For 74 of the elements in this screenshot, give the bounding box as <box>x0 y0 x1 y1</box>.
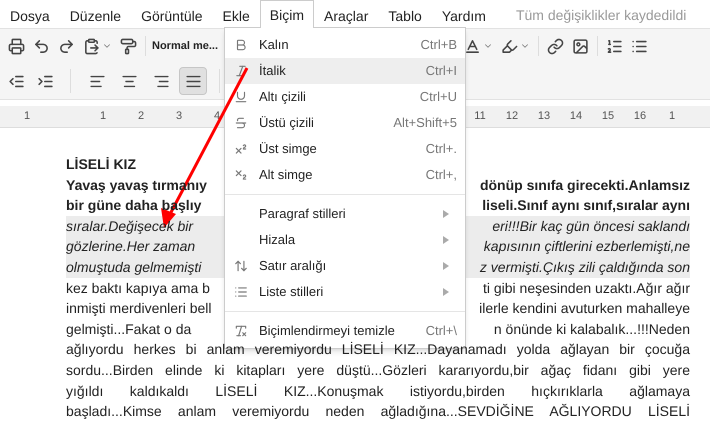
numbered-list-icon <box>606 38 624 54</box>
save-status: Tüm değişiklikler kaydedildi <box>516 6 686 25</box>
document-text: olmuştuda gelmemişti <box>66 258 202 277</box>
bulleted-list-icon <box>234 285 248 299</box>
menu-item[interactable]: Araçlar <box>314 2 378 28</box>
strikethrough-icon <box>234 116 248 130</box>
document-text: yığıldı kaldıkaldı LİSELİ KIZ...Konuşmak istiyordu,birden hıçkırıklarla ağlamaya <box>66 382 690 401</box>
document-text: eri!!!Bir kaç gün öncesi saklandı <box>492 216 690 236</box>
document-text: gözlerine.Her zaman <box>66 237 196 256</box>
document-text: gelmişti...Fakat o da <box>66 320 192 339</box>
menu-option[interactable]: Altı çizili Ctrl+U <box>225 84 465 110</box>
highlight-color-icon <box>501 38 518 54</box>
clear-formatting-icon <box>234 324 248 338</box>
menu-item[interactable]: Yardım <box>432 2 496 28</box>
underline-icon <box>234 90 248 104</box>
subscript-icon <box>234 168 248 182</box>
ruler-number: 1 <box>668 109 676 124</box>
menu-item[interactable]: Dosya <box>0 2 60 28</box>
clipboard-icon <box>83 38 100 54</box>
submenu-arrow-icon <box>443 236 449 244</box>
ruler-number: 14 <box>568 109 584 124</box>
menu-option[interactable]: İtalik Ctrl+I <box>225 58 465 84</box>
document-text: ilerle kendini avuturken mahalleye <box>479 299 690 318</box>
superscript-icon <box>234 142 248 156</box>
bold-icon <box>234 38 248 52</box>
document-text: z vermişti.Çıkış zili çaldığında son <box>480 258 690 277</box>
document-title: LİSELİ KIZ <box>66 155 136 174</box>
ruler-number: 13 <box>536 109 552 124</box>
style-dropdown[interactable]: Normal me... <box>150 38 220 54</box>
submenu-arrow-icon <box>443 262 449 270</box>
menu-item[interactable]: Görüntüle <box>131 2 213 28</box>
paint-format-icon <box>120 38 137 54</box>
submenu-arrow-icon <box>443 210 449 218</box>
text-color-icon <box>464 38 482 54</box>
line-spacing-icon <box>234 259 248 273</box>
link-icon <box>547 38 564 54</box>
ruler-number: 1 <box>22 109 32 124</box>
menu-option[interactable]: Paragraf stilleri <box>225 201 465 227</box>
menu-option[interactable]: Hizala <box>225 227 465 253</box>
ruler-number: 15 <box>600 109 616 124</box>
image-icon <box>572 38 590 54</box>
redo-icon <box>58 38 75 54</box>
ruler-number: 16 <box>632 109 648 124</box>
ruler-number: 4 <box>212 109 222 124</box>
menu-option[interactable]: Üst simge Ctrl+. <box>225 136 465 162</box>
document-text: sordu...Birden elinde ki kitapları yere düştü...Gözleri kararıyordu,bir ağaç fidanı gibi yere <box>66 360 690 380</box>
ruler-number: 2 <box>136 109 146 124</box>
menu-item[interactable]: Biçim <box>260 0 314 28</box>
document-text: kapısının çiftlerini ezberlemişti,ne <box>484 237 690 256</box>
document-text: sıralar.Değişecek bir <box>66 216 194 236</box>
ruler-number: 3 <box>174 109 184 124</box>
document-text: n önünde ki kalabalık...!!!Neden <box>494 320 690 339</box>
menu-item[interactable]: Düzenle <box>60 2 132 28</box>
ruler-number: 12 <box>504 109 520 124</box>
ruler-number: 11 <box>473 109 487 124</box>
undo-icon <box>33 38 50 54</box>
menu-item[interactable]: Ekle <box>212 2 260 28</box>
menu-option[interactable]: Kalın Ctrl+B <box>225 32 465 58</box>
submenu-arrow-icon <box>443 288 449 296</box>
italic-icon <box>234 64 248 78</box>
menu-option[interactable]: Satır aralığı <box>225 253 465 279</box>
menu-option[interactable]: Alt simge Ctrl+, <box>225 162 465 188</box>
align-justify-button[interactable] <box>179 67 207 95</box>
print-icon <box>8 38 25 54</box>
ruler-number: 1 <box>98 109 108 124</box>
document-text: inmişti merdivenleri bell <box>66 299 212 318</box>
document-text: liseli.Sınıf aynı sınıf,sıralar aynı <box>482 196 690 216</box>
menu-item[interactable]: Tablo <box>378 2 432 28</box>
document-text: ti gibi neşesinden uzaktı.Ağır ağır <box>482 278 690 298</box>
document-text: dönüp sınıfa girecekti.Anlamsız <box>480 176 690 195</box>
menu-option[interactable]: Üstü çizili Alt+Shift+5 <box>225 110 465 136</box>
document-text: kez baktı kapıya ama b <box>66 278 210 298</box>
menu-option[interactable]: Liste stilleri <box>225 279 465 305</box>
document-text: başladı...Kimse anlam veremiyordu neden ağladığına...SEVDİĞİNE AĞLIYORDU LİSELİ <box>66 402 690 422</box>
